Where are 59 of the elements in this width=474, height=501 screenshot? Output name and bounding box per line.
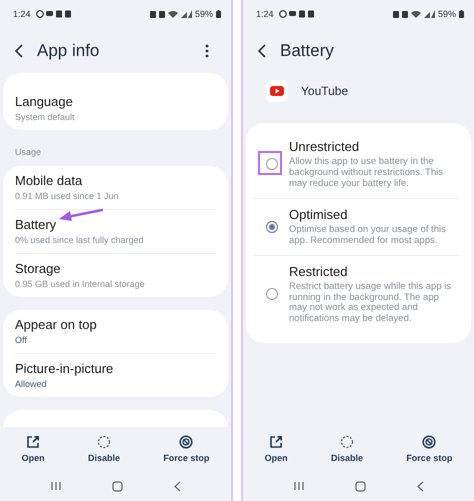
screen-title: App info xyxy=(37,40,100,60)
open-external-icon xyxy=(26,435,40,449)
setting-summary: Allowed xyxy=(15,379,48,389)
action-button[interactable]: Force stop xyxy=(402,433,456,465)
battery-percentage: 59% xyxy=(194,9,213,19)
setting-title[interactable]: Picture-in-picture xyxy=(15,361,216,376)
status-time: 1:24 xyxy=(256,9,274,19)
highlight-box xyxy=(258,151,282,176)
setting-title[interactable]: Language xyxy=(15,94,216,109)
action-button[interactable]: Open xyxy=(260,433,292,465)
action-button[interactable]: Disable xyxy=(84,433,124,465)
recent-apps-icon[interactable] xyxy=(294,481,304,491)
setting-summary: 0.91 MB used since 1 Jun xyxy=(15,191,120,201)
home-icon[interactable] xyxy=(354,480,366,492)
screen-title: Battery xyxy=(280,40,334,60)
annotation-arrow xyxy=(59,208,103,222)
section-header: Usage xyxy=(14,146,42,159)
action-button[interactable]: Open xyxy=(18,433,49,465)
setting-title[interactable]: Mobile data xyxy=(15,173,216,188)
radio-button[interactable] xyxy=(266,288,278,300)
back-icon[interactable] xyxy=(174,480,180,492)
setting-title[interactable]: Battery xyxy=(15,217,216,232)
notification-icons xyxy=(278,10,315,18)
home-icon[interactable] xyxy=(112,480,122,492)
setting-summary: System default xyxy=(15,112,76,122)
back-icon[interactable] xyxy=(258,44,266,58)
battery-icon xyxy=(459,10,464,18)
setting-summary: 0.95 GB used in Internal storage xyxy=(15,279,146,289)
stop-icon xyxy=(179,435,194,449)
status-time: 1:24 xyxy=(13,9,31,19)
dashed-circle-icon xyxy=(96,435,111,449)
back-icon[interactable] xyxy=(15,44,23,58)
signal-icons xyxy=(392,10,435,18)
signal-icons xyxy=(150,10,192,18)
stop-icon xyxy=(422,435,436,449)
radio-button[interactable] xyxy=(266,158,278,170)
option-description: Restrict battery usage while this app is running in the background. The app may not work as expected and notifications may be delayed. xyxy=(289,282,452,326)
action-button[interactable]: Force stop xyxy=(159,433,214,465)
notification-icons xyxy=(36,10,72,18)
setting-title[interactable]: Appear on top xyxy=(15,317,216,332)
option-title: Optimised xyxy=(289,206,349,222)
app-name: YouTube xyxy=(301,84,348,98)
app-logo-icon xyxy=(266,80,288,102)
battery-percentage: 59% xyxy=(438,9,456,19)
more-options-icon[interactable] xyxy=(205,44,209,58)
setting-summary: 0% used since last fully charged xyxy=(15,235,145,245)
option-title: Restricted xyxy=(289,264,349,279)
setting-summary: Off xyxy=(15,335,28,345)
option-title: Unrestricted xyxy=(289,139,360,154)
option-description: Allow this app to use battery in the background without restrictions. This may reduce your battery life. xyxy=(289,157,444,190)
radio-button[interactable] xyxy=(266,220,278,233)
dashed-circle-icon xyxy=(340,435,354,449)
option-description: Optimise based on your usage of this app. Recommended for most apps. xyxy=(289,224,447,247)
battery-icon xyxy=(216,10,221,18)
back-icon[interactable] xyxy=(416,480,424,492)
action-button[interactable]: Disable xyxy=(326,433,367,465)
open-external-icon xyxy=(269,435,284,449)
recent-apps-icon[interactable] xyxy=(50,481,60,491)
setting-title[interactable]: Storage xyxy=(15,261,216,276)
